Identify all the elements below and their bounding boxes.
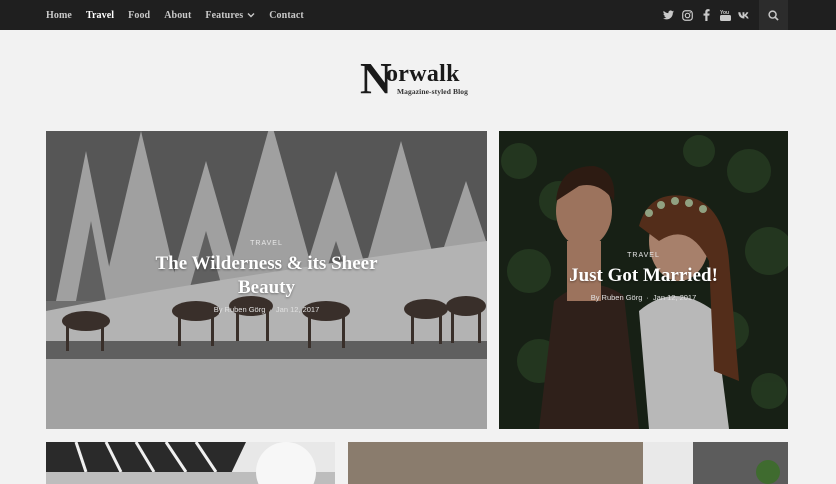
- post-author[interactable]: By Ruben Görg: [591, 293, 643, 302]
- nav-item-travel[interactable]: Travel: [86, 10, 114, 21]
- post-title-line: The Wilderness & its Sheer: [155, 253, 378, 274]
- nav-item-home[interactable]: Home: [46, 10, 72, 21]
- post-date: Jan 12, 2017: [275, 305, 320, 314]
- featured-post-card[interactable]: Travel The Wilderness & its Sheer Beauty…: [46, 131, 487, 429]
- chevron-down-icon: [247, 13, 255, 18]
- facebook-icon[interactable]: [700, 9, 712, 21]
- post-title-line: Beauty: [238, 277, 295, 298]
- logo-tagline: Magazine-styled Blog: [397, 87, 468, 96]
- instagram-icon[interactable]: [681, 9, 693, 21]
- post-author[interactable]: By Ruben Görg: [214, 305, 266, 314]
- search-icon: [768, 9, 779, 21]
- featured-post-content: Travel The Wilderness & its Sheer Beauty…: [46, 240, 487, 314]
- social-links: You: [662, 0, 750, 30]
- vk-icon[interactable]: [738, 9, 750, 21]
- twitter-icon[interactable]: [662, 9, 674, 21]
- nav-item-features[interactable]: Features: [205, 10, 255, 21]
- nav-item-about[interactable]: About: [164, 10, 191, 21]
- site-logo[interactable]: N orwalk Magazine-styled Blog: [360, 57, 490, 102]
- logo-name: orwalk: [386, 61, 460, 87]
- meta-separator: ·: [269, 305, 272, 314]
- post-title[interactable]: The Wilderness & its Sheer Beauty: [46, 252, 487, 300]
- main-nav: Home Travel Food About Features Contact: [46, 0, 304, 30]
- post-meta: By Ruben Görg · Jan 12, 2017: [499, 293, 788, 302]
- meta-separator: ·: [646, 293, 649, 302]
- nav-item-food[interactable]: Food: [128, 10, 150, 21]
- post-category[interactable]: Travel: [46, 240, 487, 247]
- post-date: Jan 12, 2017: [652, 293, 697, 302]
- post-meta: By Ruben Görg · Jan 12, 2017: [46, 305, 487, 314]
- post-card[interactable]: [46, 442, 335, 484]
- top-navbar: Home Travel Food About Features Contact …: [0, 0, 836, 30]
- nav-item-features-label: Features: [205, 9, 244, 21]
- featured-post-card[interactable]: Travel Just Got Married! By Ruben Görg · J…: [499, 131, 788, 429]
- youtube-icon[interactable]: You: [719, 9, 731, 21]
- search-button[interactable]: [759, 0, 788, 30]
- post-image: [348, 442, 788, 484]
- post-card[interactable]: [348, 442, 788, 484]
- post-title[interactable]: Just Got Married!: [499, 264, 788, 288]
- featured-post-content: Travel Just Got Married! By Ruben Görg · J…: [499, 252, 788, 302]
- nav-item-contact[interactable]: Contact: [269, 10, 304, 21]
- post-category[interactable]: Travel: [499, 252, 788, 259]
- post-image: [46, 442, 335, 484]
